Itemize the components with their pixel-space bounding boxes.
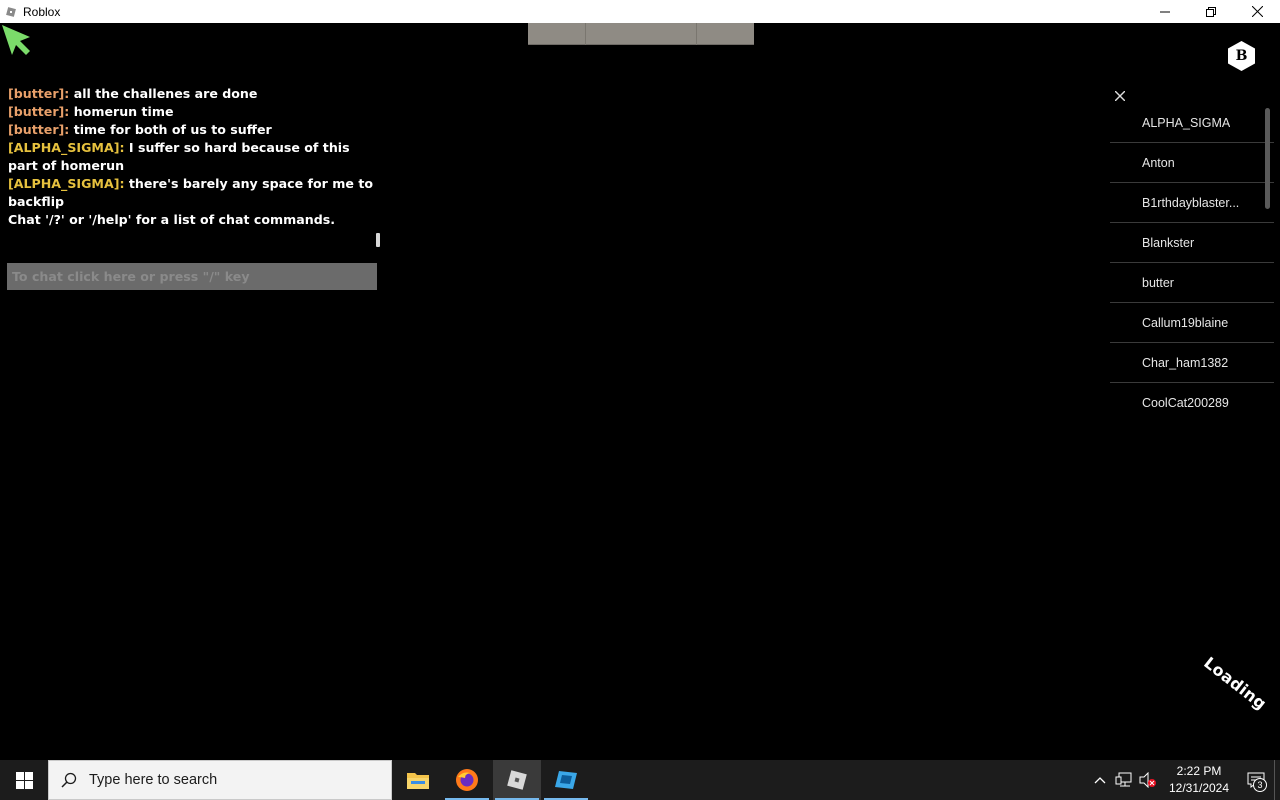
player-row[interactable]: Anton — [1110, 143, 1274, 183]
clock-date: 12/31/2024 — [1168, 781, 1230, 795]
chat-text: time for both of us to suffer — [69, 122, 272, 137]
chat-text: homerun time — [69, 104, 174, 119]
chat-speaker: [butter]: — [8, 122, 70, 137]
player-name: CoolCat200289 — [1142, 396, 1229, 410]
chat-message: [ALPHA_SIGMA]: there's barely any space … — [8, 175, 380, 211]
player-name: Char_ham1382 — [1142, 355, 1229, 370]
start-button[interactable] — [0, 760, 48, 800]
notification-count-badge: 3 — [1253, 778, 1267, 792]
minimize-icon — [1160, 11, 1170, 12]
search-icon — [49, 772, 89, 788]
restore-icon — [1206, 6, 1216, 17]
taskbar-roblox-player[interactable] — [493, 760, 541, 800]
chat-input-placeholder: To chat click here or press "/" key — [12, 269, 250, 284]
chat-speaker: [butter]: — [8, 104, 70, 119]
taskbar-clock[interactable]: 2:22 PM 12/31/2024 — [1160, 760, 1238, 800]
player-list-scrollbar[interactable] — [1265, 108, 1270, 209]
close-icon — [1115, 91, 1125, 101]
player-row[interactable]: ALPHA_SIGMA — [1110, 103, 1274, 143]
taskbar-search-box[interactable]: Type here to search — [48, 760, 392, 800]
chat-message: [butter]: time for both of us to suffer — [8, 121, 380, 139]
player-row[interactable]: CoolCat200289 — [1110, 383, 1274, 423]
chat-input[interactable]: To chat click here or press "/" key — [7, 263, 377, 290]
window-titlebar[interactable]: Roblox — [0, 0, 1280, 23]
badge-letter: B — [1235, 48, 1248, 64]
search-placeholder: Type here to search — [89, 772, 218, 788]
cursor-arrow-icon — [2, 25, 30, 55]
chevron-up-icon — [1094, 777, 1106, 784]
volume-muted-icon — [1139, 772, 1156, 788]
chat-message: [butter]: homerun time — [8, 103, 380, 121]
taskbar-roblox-studio[interactable] — [542, 760, 590, 800]
show-desktop-button[interactable] — [1274, 760, 1280, 800]
taskbar-file-explorer[interactable] — [394, 760, 442, 800]
game-viewport[interactable]: B [butter]: all the challenes are done [… — [0, 23, 1280, 760]
player-list[interactable]: ALPHA_SIGMA Anton B1rthdayblaster... Bla… — [1110, 103, 1274, 423]
chat-text: all the challenes are done — [69, 86, 258, 101]
roblox-app-icon — [4, 5, 18, 19]
firefox-icon — [456, 769, 478, 791]
player-name: ALPHA_SIGMA — [1142, 115, 1231, 130]
chat-system-message: Chat '/?' or '/help' for a list of chat … — [8, 212, 336, 227]
player-name: B1rthdayblaster... — [1142, 195, 1240, 210]
network-icon — [1115, 772, 1132, 787]
network-button[interactable] — [1112, 760, 1136, 800]
loading-indicator: Loading — [1200, 653, 1271, 714]
restore-button[interactable] — [1188, 0, 1234, 23]
chat-speaker: [ALPHA_SIGMA]: — [8, 140, 125, 155]
clock-time: 2:22 PM — [1176, 764, 1222, 778]
badge-icon[interactable]: B — [1228, 41, 1255, 71]
player-row[interactable]: butter — [1110, 263, 1274, 303]
taskbar: Type here to search 2:22 PM 12/31/2024 3 — [0, 760, 1280, 800]
windows-logo-icon — [15, 771, 33, 789]
close-window-button[interactable] — [1234, 0, 1280, 23]
player-row[interactable]: Char_ham1382 — [1110, 343, 1274, 383]
game-scene-object — [528, 23, 754, 45]
chat-message: [ALPHA_SIGMA]: I suffer so hard because … — [8, 139, 380, 175]
player-row[interactable]: Callum19blaine — [1110, 303, 1274, 343]
taskbar-firefox[interactable] — [443, 760, 491, 800]
roblox-icon — [507, 770, 527, 790]
chat-speaker: [ALPHA_SIGMA]: — [8, 176, 125, 191]
player-name: Callum19blaine — [1142, 315, 1229, 330]
player-list-close-button[interactable] — [1112, 88, 1128, 104]
player-name: butter — [1142, 275, 1174, 290]
chat-scrollbar[interactable] — [376, 233, 380, 247]
window-title: Roblox — [23, 4, 61, 19]
player-name: Anton — [1142, 155, 1175, 170]
close-icon — [1251, 6, 1263, 17]
action-center-button[interactable]: 3 — [1238, 760, 1274, 800]
folder-icon — [407, 773, 429, 789]
chat-speaker: [butter]: — [8, 86, 70, 101]
player-name: Blankster — [1142, 235, 1195, 250]
minimize-button[interactable] — [1142, 0, 1188, 23]
player-row[interactable]: B1rthdayblaster... — [1110, 183, 1274, 223]
system-tray: 2:22 PM 12/31/2024 3 — [1088, 760, 1280, 800]
chat-log[interactable]: [butter]: all the challenes are done [bu… — [8, 85, 380, 229]
volume-button[interactable] — [1136, 760, 1160, 800]
roblox-studio-icon — [555, 771, 577, 789]
player-row[interactable]: Blankster — [1110, 223, 1274, 263]
tray-overflow-button[interactable] — [1088, 760, 1112, 800]
chat-message: [butter]: all the challenes are done — [8, 85, 380, 103]
